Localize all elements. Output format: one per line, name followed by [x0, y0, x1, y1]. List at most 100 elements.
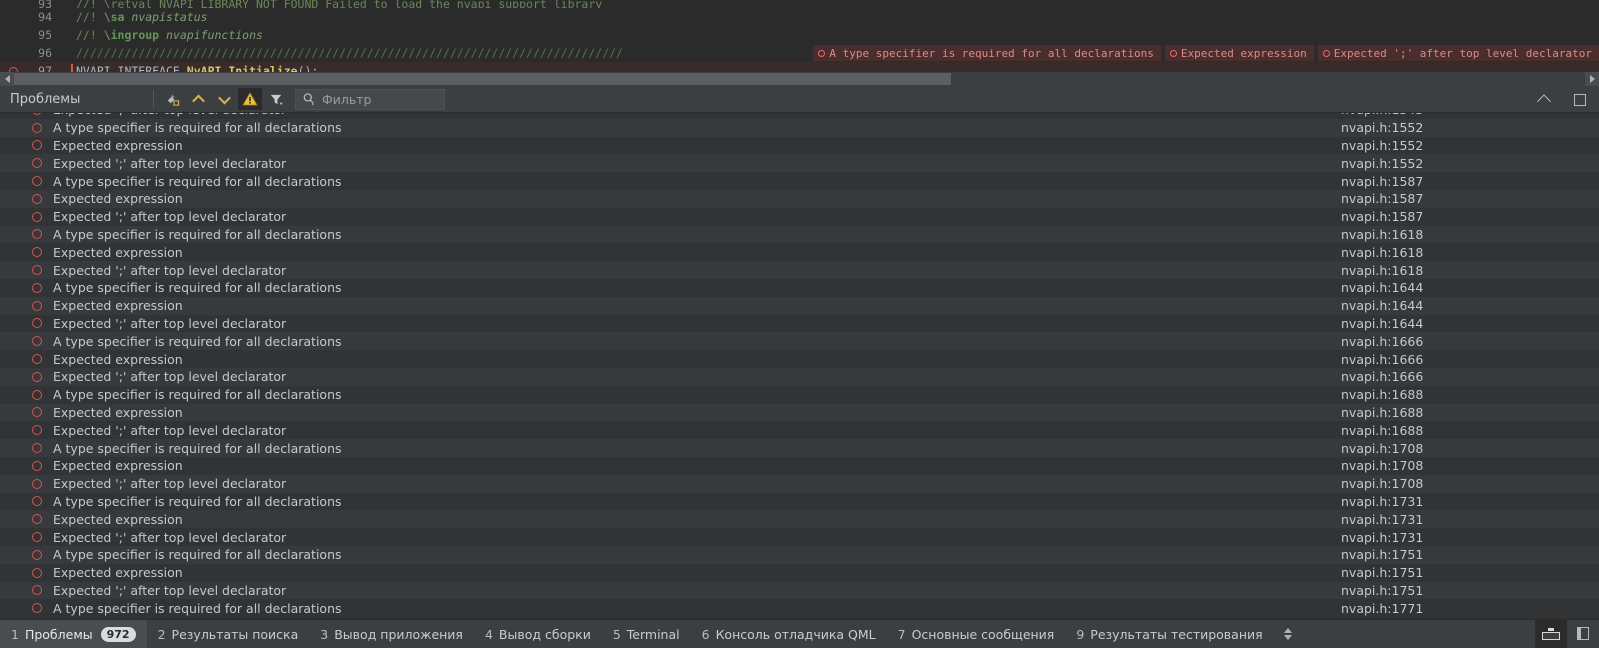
- output-tab[interactable]: 9 Результаты тестирования: [1065, 620, 1273, 648]
- output-tabs: 1 Проблемы 972 2 Результаты поиска 3 Вывод при…: [0, 619, 1274, 648]
- chevron-down-icon: [217, 91, 231, 104]
- problem-description: Expected ';' after top level declarator: [53, 582, 287, 598]
- table-row[interactable]: Expected ';' after top level declarator n…: [0, 367, 1599, 386]
- table-row[interactable]: A type specifier is required for all dec…: [0, 439, 1599, 457]
- code-text: NVAPI_INTERFACE NvAPI_Initialize();: [76, 62, 318, 72]
- problem-location: nvapi.h:1708: [1341, 458, 1424, 474]
- code-token: nvapistatus: [131, 10, 208, 24]
- output-tab[interactable]: 4 Вывод сборки: [474, 620, 602, 648]
- table-row[interactable]: A type specifier is required for all dec…: [0, 172, 1599, 190]
- scroll-right-arrow[interactable]: [1585, 72, 1599, 86]
- table-row[interactable]: A type specifier is required for all dec…: [0, 599, 1599, 618]
- table-row[interactable]: A type specifier is required for all dec…: [0, 332, 1599, 351]
- table-row[interactable]: A type specifier is required for all dec…: [0, 385, 1599, 404]
- output-tab-label: Вывод приложения: [334, 626, 463, 642]
- error-ring-icon: [26, 496, 48, 507]
- editor-horizontal-scrollbar[interactable]: [0, 72, 1599, 86]
- table-row[interactable]: A type specifier is required for all dec…: [0, 545, 1599, 564]
- clear-filter-icon[interactable]: [160, 88, 184, 110]
- maximize-panel-icon: [1574, 93, 1586, 106]
- table-row[interactable]: Expected expression nvapi.h:1552: [0, 136, 1599, 155]
- table-row[interactable]: Expected expression nvapi.h:1751: [0, 563, 1599, 582]
- output-tab[interactable]: 6 Консоль отладчика QML: [691, 620, 887, 648]
- filter-placeholder: Фильтр: [322, 91, 372, 107]
- problem-location: nvapi.h:1644: [1341, 298, 1424, 314]
- chevron-up-icon: [191, 94, 205, 107]
- minimize-output-pane-button[interactable]: [1535, 619, 1567, 648]
- problem-description: A type specifier is required for all dec…: [53, 387, 342, 403]
- up-down-spinner-icon[interactable]: [1283, 628, 1292, 640]
- show-warnings-toggle[interactable]: [238, 88, 262, 110]
- output-tab-label: Вывод сборки: [498, 626, 591, 642]
- problem-description: Expected expression: [53, 244, 183, 260]
- table-row[interactable]: A type specifier is required for all dec…: [0, 278, 1599, 297]
- table-row[interactable]: Expected expression nvapi.h:1731: [0, 510, 1599, 529]
- output-tab[interactable]: 7 Основные сообщения: [887, 620, 1066, 648]
- line-number: 97: [38, 64, 52, 72]
- problem-location: nvapi.h:1644: [1341, 280, 1424, 296]
- table-row[interactable]: Expected ';' after top level declarator n…: [0, 314, 1599, 333]
- previous-problem-button[interactable]: [186, 88, 210, 110]
- output-tab-label: Результаты поиска: [171, 626, 299, 642]
- table-row[interactable]: Expected ';' after top level declarator n…: [0, 528, 1599, 546]
- error-ring-icon: [26, 585, 48, 596]
- error-ring-icon: [26, 282, 48, 293]
- output-tab[interactable]: 5 Terminal: [602, 620, 691, 648]
- table-row[interactable]: Expected expression nvapi.h:1708: [0, 456, 1599, 475]
- table-row[interactable]: A type specifier is required for all dec…: [0, 225, 1599, 244]
- output-tab[interactable]: 1 Проблемы 972: [0, 619, 147, 648]
- maximize-panel-button[interactable]: [1568, 89, 1592, 111]
- code-token: NvAPI_Initialize: [186, 64, 298, 72]
- filter-input[interactable]: Фильтр: [295, 88, 445, 110]
- table-row[interactable]: A type specifier is required for all dec…: [0, 118, 1599, 137]
- output-tab[interactable]: 3 Вывод приложения: [309, 620, 474, 648]
- code-text: //! \sa nvapistatus: [76, 8, 208, 26]
- panel-window-controls: [1531, 86, 1593, 113]
- problem-description: Expected expression: [53, 404, 183, 420]
- problem-location: nvapi.h:1688: [1341, 387, 1424, 403]
- problem-location: nvapi.h:1751: [1341, 565, 1424, 581]
- scrollbar-track[interactable]: [14, 72, 1585, 86]
- code-editor[interactable]: 93 //! \retval NVAPI_LIBRARY_NOT_FOUND Fa…: [0, 0, 1599, 72]
- table-row[interactable]: Expected expression nvapi.h:1644: [0, 296, 1599, 315]
- code-line[interactable]: 94 //! \sa nvapistatus: [0, 8, 1599, 26]
- problem-location: nvapi.h:1731: [1341, 493, 1424, 509]
- line-number: 96: [38, 46, 52, 60]
- problem-location: nvapi.h:1708: [1341, 440, 1424, 456]
- table-row[interactable]: Expected expression nvapi.h:1688: [0, 403, 1599, 422]
- table-row[interactable]: Expected ';' after top level declarator n…: [0, 261, 1599, 279]
- inline-error-annotation[interactable]: Expected ';' after top level declarator: [1317, 45, 1599, 61]
- table-row[interactable]: A type specifier is required for all dec…: [0, 492, 1599, 511]
- inline-error-annotation[interactable]: A type specifier is required for all dec…: [813, 45, 1161, 61]
- problem-location: nvapi.h:1771: [1341, 600, 1424, 616]
- output-tab-label: Terminal: [626, 626, 680, 642]
- next-problem-button[interactable]: [212, 88, 236, 110]
- table-row[interactable]: Expected ';' after top level declarator n…: [0, 421, 1599, 440]
- inline-error-annotation[interactable]: Expected expression: [1164, 45, 1314, 61]
- code-token: ////////////////////////////////////////…: [76, 46, 623, 60]
- output-tab-number: 9: [1076, 626, 1085, 642]
- error-ring-icon: [26, 318, 48, 329]
- table-row[interactable]: Expected expression nvapi.h:1666: [0, 350, 1599, 368]
- error-ring-icon: [26, 354, 48, 365]
- table-row[interactable]: Expected ';' after top level declarator n…: [0, 474, 1599, 493]
- filter-button[interactable]: [264, 88, 288, 110]
- table-row[interactable]: Expected ';' after top level declarator n…: [0, 154, 1599, 173]
- table-row[interactable]: Expected expression nvapi.h:1618: [0, 243, 1599, 262]
- table-row[interactable]: Expected expression nvapi.h:1587: [0, 189, 1599, 208]
- code-line[interactable]: 95 //! \ingroup nvapifunctions: [0, 26, 1599, 44]
- code-line[interactable]: 93 //! \retval NVAPI_LIBRARY_NOT_FOUND Fa…: [0, 0, 1599, 8]
- error-ring-icon: [26, 336, 48, 347]
- problems-list[interactable]: Expected ';' after top level declarator n…: [0, 113, 1599, 619]
- chevron-up-icon: [1536, 93, 1552, 108]
- collapse-panel-button[interactable]: [1532, 89, 1556, 111]
- scrollbar-thumb[interactable]: [14, 73, 951, 85]
- problem-location: nvapi.h:1552: [1341, 137, 1424, 153]
- scroll-left-arrow[interactable]: [0, 72, 14, 86]
- problem-description: A type specifier is required for all dec…: [53, 173, 342, 189]
- table-row[interactable]: Expected ';' after top level declarator n…: [0, 207, 1599, 226]
- output-tab[interactable]: 2 Результаты поиска: [147, 620, 310, 648]
- table-row[interactable]: Expected ';' after top level declarator n…: [0, 581, 1599, 600]
- code-line[interactable]: 97 NVAPI_INTERFACE NvAPI_Initialize();: [0, 62, 1599, 72]
- side-bar-button[interactable]: [1567, 619, 1599, 648]
